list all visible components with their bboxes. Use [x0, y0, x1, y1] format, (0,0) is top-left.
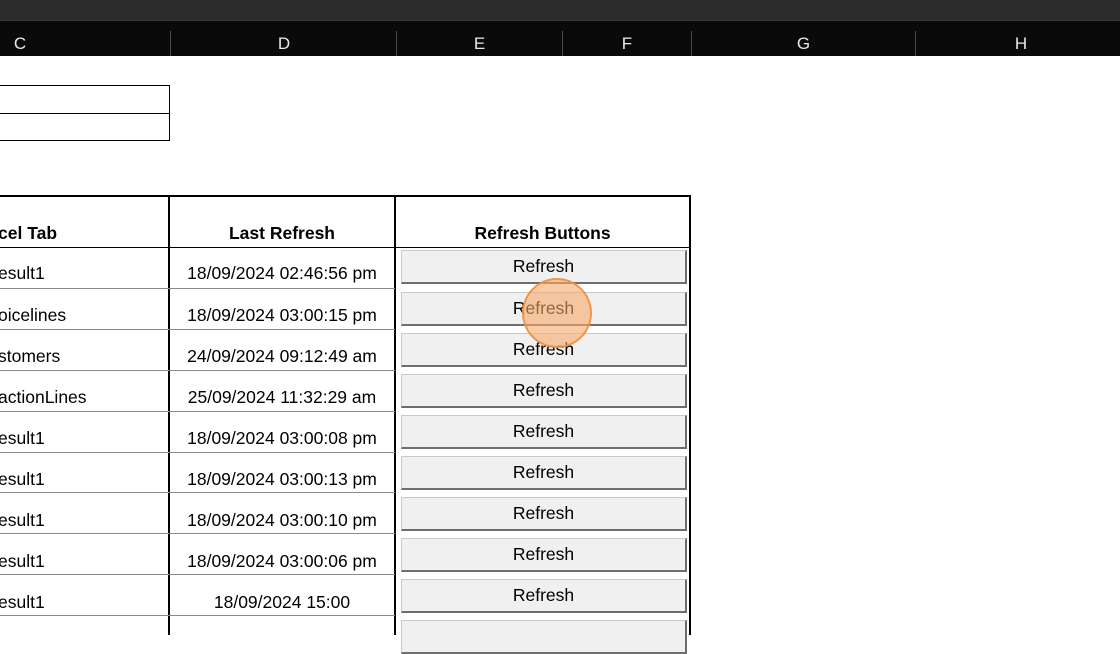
refresh-button[interactable]: Refresh	[401, 415, 687, 449]
refresh-button[interactable]: Refresh	[401, 374, 687, 408]
row-line	[0, 574, 395, 575]
last-refresh-cell[interactable]: 18/09/2024 03:00:08 pm	[170, 428, 394, 449]
column-header-e[interactable]: E	[397, 21, 562, 56]
refresh-button[interactable]: Refresh	[401, 456, 687, 490]
row-line	[0, 615, 395, 616]
header-tab: cel Tab	[0, 223, 58, 243]
column-header-d[interactable]: D	[171, 21, 397, 56]
header-refresh-buttons: Refresh Buttons	[474, 223, 611, 243]
last-refresh-cell[interactable]: 18/09/2024 03:00:13 pm	[170, 469, 394, 490]
column-header-c[interactable]: C	[0, 21, 40, 56]
last-refresh-cell[interactable]: 24/09/2024 09:12:49 am	[170, 346, 394, 367]
row-line	[0, 452, 395, 453]
last-refresh-cell[interactable]: 25/09/2024 11:32:29 am	[170, 387, 394, 408]
row-line	[0, 492, 395, 493]
refresh-button[interactable]: Refresh	[401, 579, 687, 613]
tab-name-cell[interactable]: stomers	[0, 346, 168, 367]
last-refresh-cell[interactable]: 18/09/2024 03:00:06 pm	[170, 551, 394, 572]
refresh-button[interactable]: Refresh	[401, 497, 687, 531]
header-last-refresh: Last Refresh	[228, 223, 335, 243]
row-line	[0, 288, 395, 289]
column-header-f[interactable]: F	[563, 21, 691, 56]
column-header-bar: C D E F G H	[0, 20, 1120, 56]
tab-name-cell[interactable]: esult1	[0, 428, 168, 449]
row-line	[0, 370, 395, 371]
tab-name-cell[interactable]: esult1	[0, 592, 168, 613]
row-line	[0, 533, 395, 534]
tab-name-cell[interactable]: oicelines	[0, 305, 168, 326]
row-line	[0, 411, 395, 412]
refresh-button[interactable]: Refresh	[401, 333, 687, 367]
table-col-border	[394, 195, 396, 635]
column-header-g[interactable]: G	[692, 21, 915, 56]
tab-name-cell[interactable]: esult1	[0, 551, 168, 572]
row-line	[0, 247, 691, 248]
tab-name-cell[interactable]: actionLines	[0, 387, 168, 408]
tab-name-cell[interactable]: esult1	[0, 469, 168, 490]
refresh-button-partial[interactable]	[401, 620, 687, 654]
last-refresh-cell[interactable]: 18/09/2024 02:46:56 pm	[170, 263, 394, 284]
column-header-h[interactable]: H	[916, 21, 1120, 56]
table-col-border	[689, 195, 691, 635]
bordered-cell-block[interactable]	[0, 85, 170, 141]
last-refresh-cell[interactable]: 18/09/2024 03:00:15 pm	[170, 305, 394, 326]
last-refresh-cell[interactable]: 18/09/2024 03:00:10 pm	[170, 510, 394, 531]
window-top-bar	[0, 0, 1120, 20]
refresh-button[interactable]: Refresh	[401, 250, 687, 284]
refresh-button[interactable]: Refresh	[401, 292, 687, 326]
cell-divider	[0, 113, 169, 114]
table-top-border	[0, 195, 691, 197]
refresh-table: cel Tab Last Refresh Refresh Buttons esu…	[0, 195, 691, 654]
last-refresh-cell[interactable]: 18/09/2024 15:00	[170, 592, 394, 613]
row-line	[0, 329, 395, 330]
tab-name-cell[interactable]: esult1	[0, 510, 168, 531]
refresh-button[interactable]: Refresh	[401, 538, 687, 572]
tab-name-cell[interactable]: esult1	[0, 263, 168, 284]
